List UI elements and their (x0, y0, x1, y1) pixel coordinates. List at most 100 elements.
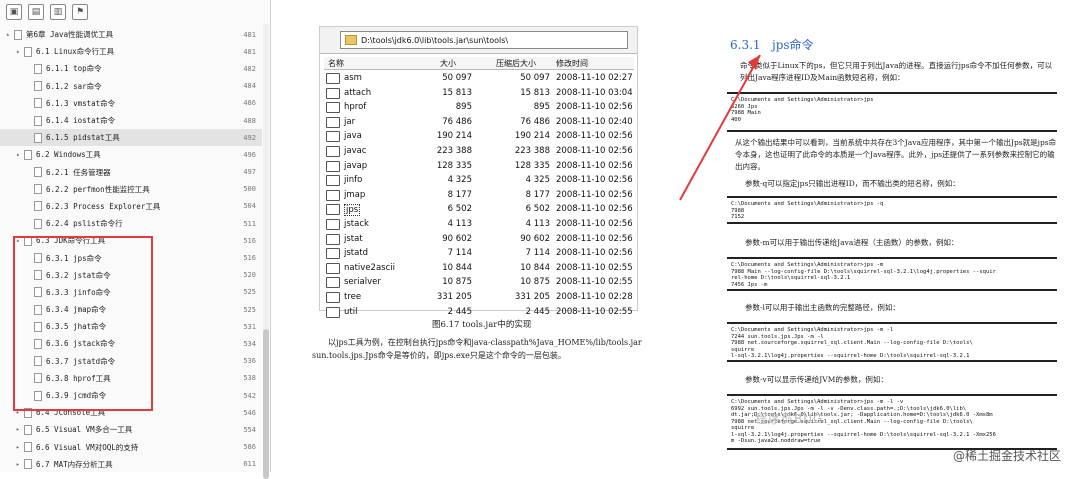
file-row[interactable]: javac 223 388 223 388 2008-11-10 02:56 (324, 144, 634, 159)
toc-label: 6.6 Visual VM对OQL的支持 (36, 442, 139, 452)
toc-item[interactable]: 6.2.1 任务管理器 497 (0, 164, 262, 181)
file-name: jstack (344, 219, 369, 229)
file-row[interactable]: jstatd 7 114 7 114 2008-11-10 02:56 (324, 246, 634, 261)
file-name: jstatd (344, 248, 369, 259)
bookmark-page-icon (34, 98, 42, 109)
file-row[interactable]: attach 15 813 15 813 2008-11-10 03:04 (324, 86, 634, 101)
file-row[interactable]: java 190 214 190 214 2008-11-10 02:56 (324, 129, 634, 144)
file-row[interactable]: native2ascii 10 844 10 844 2008-11-10 02:55 (324, 261, 634, 276)
toc-label: 6.2.4 pslist命令行 (46, 219, 123, 229)
bookmark-icon[interactable]: ⚑ (72, 4, 88, 20)
file-size: 90 602 (442, 233, 472, 244)
toc-item[interactable]: 6.1.1 top命令 482 (0, 60, 262, 77)
folder-icon (326, 116, 340, 128)
toc-item[interactable]: ▴ 6.1 Linux命令行工具 481 (0, 43, 262, 60)
file-modified: 2008-11-10 02:27 (556, 73, 633, 83)
file-compressed-size: 331 205 (514, 292, 550, 302)
toc-page-number: 481 (243, 47, 256, 56)
file-modified: 2008-11-10 02:40 (556, 116, 633, 127)
expand-icon[interactable]: ▴ (16, 151, 24, 158)
bookmark-page-icon (24, 459, 32, 470)
file-row[interactable]: jstack 4 113 4 113 2008-11-10 02:56 (324, 217, 634, 232)
paragraph-2: 从这个输出结果中可以看到，当前系统中共存在3个Java应用程序，其中第一个输出J… (735, 138, 1057, 171)
toc-item[interactable]: ▸ 6.7 MAT内存分析工具 611 (0, 456, 262, 473)
file-row[interactable]: asm 50 097 50 097 2008-11-10 02:27 (324, 71, 634, 86)
file-row[interactable]: jar 76 486 76 486 2008-11-10 02:40 (324, 115, 634, 130)
file-size: 6 502 (447, 204, 472, 215)
bookmark-page-icon (34, 115, 42, 126)
folder-icon (326, 131, 340, 143)
file-size: 190 214 (436, 131, 472, 142)
folder-icon (326, 277, 340, 289)
toc-page-number: 504 (243, 202, 256, 211)
file-name: hprof (344, 102, 367, 113)
toc-page-number: 542 (243, 391, 256, 400)
toc-item[interactable]: 6.1.4 iostat命令 488 (0, 112, 262, 129)
file-modified: 2008-11-10 02:55 (556, 277, 633, 288)
expand-icon[interactable]: ▴ (6, 31, 14, 38)
bookmark-page-icon (24, 442, 32, 453)
file-size: 8 177 (447, 189, 472, 200)
toc-page-number: 497 (243, 168, 256, 177)
file-name: javap (344, 160, 368, 171)
toc-item[interactable]: 6.2.3 Process Explorer工具 504 (0, 198, 262, 215)
file-name: tree (344, 292, 362, 302)
toc-page-number: 516 (243, 254, 256, 263)
toc-item[interactable]: ▴ 6.2 Windows工具 496 (0, 146, 262, 163)
watermark-text: 程序员BUG (755, 412, 824, 426)
file-row[interactable]: jstat 90 602 90 602 2008-11-10 02:56 (324, 232, 634, 247)
toc-label: 6.2.2 perfmon性能监控工具 (46, 184, 150, 194)
file-row[interactable]: hprof 895 895 2008-11-10 02:56 (324, 100, 634, 115)
file-row[interactable]: jmap 8 177 8 177 2008-11-10 02:56 (324, 188, 634, 203)
file-name: jar (344, 116, 356, 127)
file-row[interactable]: serialver 10 875 10 875 2008-11-10 02:55 (324, 275, 634, 290)
toc-item[interactable]: ▸ 6.6 Visual VM对OQL的支持 586 (0, 439, 262, 456)
bookmark-page-icon (34, 81, 42, 92)
file-modified: 2008-11-10 02:55 (556, 262, 633, 273)
expand-icon[interactable]: ▴ (16, 48, 24, 55)
file-size: 331 205 (436, 292, 472, 302)
toc-item[interactable]: 6.2.4 pslist命令行 511 (0, 215, 262, 232)
toc-page-number: 486 (243, 99, 256, 108)
toc-page-number: 531 (243, 322, 256, 331)
highlight-box (13, 236, 153, 411)
file-modified: 2008-11-10 03:04 (556, 87, 633, 98)
file-compressed-size: 223 388 (514, 146, 550, 156)
file-row[interactable]: jps 6 502 6 502 2008-11-10 02:56 (324, 202, 634, 217)
toc-item[interactable]: 6.1.2 sar命令 484 (0, 78, 262, 95)
toc-page-number: 496 (243, 150, 256, 159)
file-name: attach (344, 87, 372, 98)
collapse-all-icon[interactable]: ▤ (28, 4, 44, 20)
toc-item[interactable]: 6.1.3 vmstat命令 486 (0, 95, 262, 112)
folder-icon (326, 262, 340, 274)
toc-page-number: 611 (243, 460, 256, 469)
toc-item[interactable]: ▴ 第6章 Java性能调优工具 481 (0, 26, 262, 43)
file-modified: 2008-11-10 02:56 (556, 102, 633, 113)
file-compressed-size: 15 813 (520, 87, 550, 98)
bookmark-page-icon (34, 201, 42, 212)
file-modified: 2008-11-10 02:56 (556, 204, 633, 215)
expand-all-icon[interactable]: ▣ (6, 4, 22, 20)
toc-page-number: 500 (243, 185, 256, 194)
col-size: 大小 (440, 59, 456, 68)
folder-icon (326, 292, 340, 303)
expand-icon[interactable]: ▸ (16, 444, 24, 451)
folder-icon (326, 160, 340, 172)
file-size: 4 325 (447, 175, 472, 186)
file-row[interactable]: jinfo 4 325 4 325 2008-11-10 02:56 (324, 173, 634, 188)
file-name: jmap (344, 189, 366, 200)
toc-item[interactable]: 6.2.2 perfmon性能监控工具 500 (0, 181, 262, 198)
bookmark-page-icon (34, 184, 42, 195)
sidebar-scrollbar[interactable] (263, 24, 269, 479)
toc-item[interactable]: 6.1.5 pidstat工具 492 (0, 129, 262, 147)
scrollbar-thumb[interactable] (263, 329, 269, 479)
file-modified: 2008-11-10 02:56 (556, 219, 633, 229)
toc-label: 6.1.1 top命令 (46, 64, 102, 74)
expand-icon[interactable]: ▸ (16, 461, 24, 468)
expand-icon[interactable]: ▸ (16, 426, 24, 433)
toc-page-number: 492 (243, 133, 256, 142)
file-row[interactable]: javap 128 335 128 335 2008-11-10 02:56 (324, 159, 634, 174)
toc-item[interactable]: ▸ 6.5 Visual VM多合一工具 554 (0, 421, 262, 438)
file-row[interactable]: tree 331 205 331 205 2008-11-10 02:28 (324, 290, 634, 305)
page-icon[interactable]: ▥ (50, 4, 66, 20)
